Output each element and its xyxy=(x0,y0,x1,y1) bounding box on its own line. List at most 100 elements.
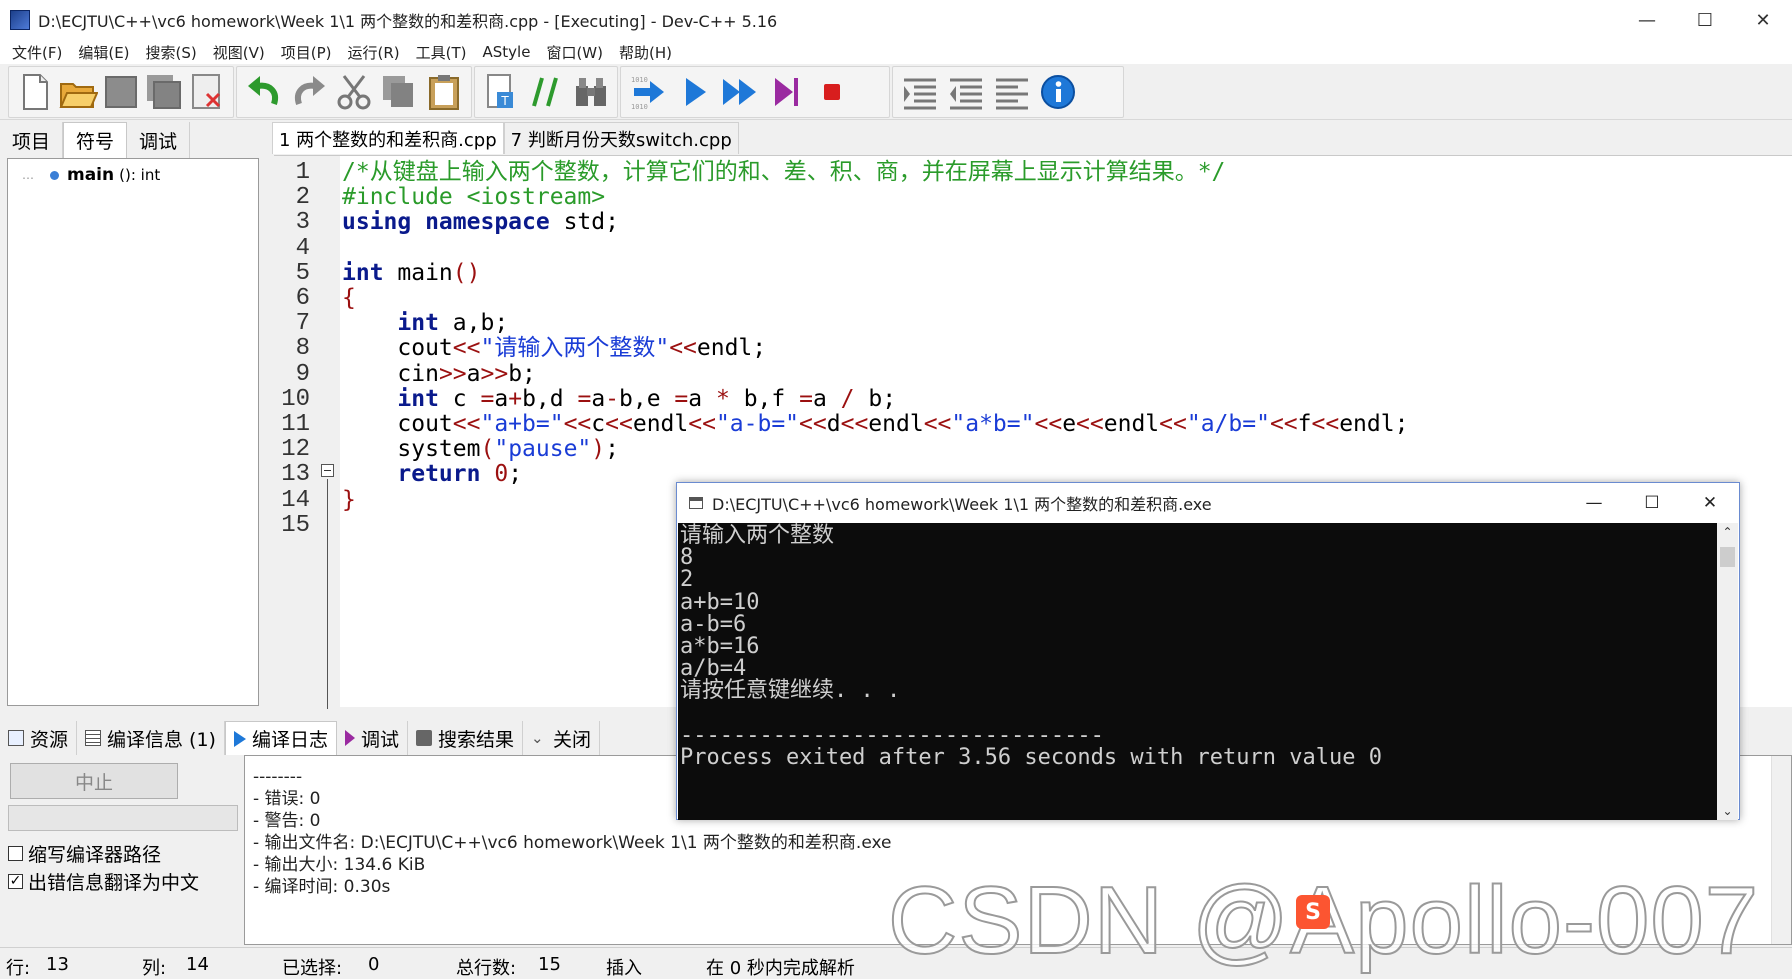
minimize-button[interactable]: — xyxy=(1618,0,1676,40)
binoculars-icon xyxy=(416,730,433,746)
console-scrollbar[interactable]: ⌃ ⌄ xyxy=(1717,523,1738,820)
find-button[interactable] xyxy=(568,69,613,115)
console-output[interactable]: 请输入两个整数 8 2 a+b=10 a-b=6 a*b=16 a/b=4 请按任意键继续. … xyxy=(678,523,1718,820)
new-file-button[interactable] xyxy=(13,69,56,115)
toolbar-run-group: 1010 1010 xyxy=(620,66,890,118)
code-token: d xyxy=(826,411,841,437)
checkbox-label: 缩写编译器路径 xyxy=(28,844,162,866)
log-scrollbar[interactable] xyxy=(1771,756,1791,944)
scroll-down-icon[interactable]: ⌄ xyxy=(1717,804,1738,818)
tab-search-results-label: 搜索结果 xyxy=(438,728,515,751)
fold-collapse-icon[interactable] xyxy=(321,464,334,477)
maximize-button[interactable]: ☐ xyxy=(1676,0,1734,40)
toggle-comment-button[interactable] xyxy=(524,69,569,115)
compile-button[interactable]: 1010 1010 xyxy=(625,69,671,115)
menu-project[interactable]: 项目(P) xyxy=(273,42,340,63)
binoculars-icon xyxy=(575,78,606,106)
redo-button[interactable] xyxy=(286,69,331,115)
code-token: endl; xyxy=(1339,411,1409,437)
menu-run[interactable]: 运行(R) xyxy=(339,42,407,63)
code-token: using namespace xyxy=(342,209,550,236)
run-button[interactable] xyxy=(671,69,717,115)
shorten-compiler-paths-checkbox[interactable]: 缩写编译器路径 xyxy=(8,840,161,867)
menu-view[interactable]: 视图(V) xyxy=(205,42,273,63)
compile-run-button[interactable] xyxy=(717,69,763,115)
console-window[interactable]: D:\ECJTU\C++\vc6 homework\Week 1\1 两个整数的… xyxy=(676,482,1740,820)
window-title: D:\ECJTU\C++\vc6 homework\Week 1\1 两个整数的… xyxy=(38,12,778,31)
code-token: ; xyxy=(605,436,619,463)
tab-symbols[interactable]: 符号 xyxy=(63,122,128,158)
copy-icon xyxy=(383,76,414,107)
about-button[interactable] xyxy=(1035,69,1081,115)
menu-edit[interactable]: 编辑(E) xyxy=(70,42,137,63)
tab-compiler-messages[interactable]: 编译信息 (1) xyxy=(77,721,225,755)
menu-search[interactable]: 搜索(S) xyxy=(138,42,205,63)
fast-forward-icon xyxy=(723,79,756,105)
close-file-button[interactable] xyxy=(186,69,229,115)
code-token: "a+b=" xyxy=(480,411,564,437)
copy-button[interactable] xyxy=(377,69,422,115)
console-title-bar[interactable]: D:\ECJTU\C++\vc6 homework\Week 1\1 两个整数的… xyxy=(677,483,1739,523)
code-token: () xyxy=(452,259,481,286)
tab-file-7[interactable]: 7 判断月份天数switch.cpp xyxy=(503,122,739,154)
code-token: a xyxy=(494,385,509,412)
status-col-value: 14 xyxy=(186,954,209,975)
code-line: int main() xyxy=(342,259,481,288)
undo-icon xyxy=(247,76,278,105)
code-token: } xyxy=(342,486,356,513)
code-token: << xyxy=(799,411,827,437)
debug-icon xyxy=(345,730,355,746)
scroll-up-icon[interactable]: ⌃ xyxy=(1717,525,1738,539)
save-all-button[interactable] xyxy=(143,69,186,115)
close-button[interactable]: ✕ xyxy=(1734,0,1792,40)
undo-button[interactable] xyxy=(241,69,286,115)
code-line: return 0; xyxy=(342,460,522,489)
unindent-button[interactable] xyxy=(943,69,989,115)
translate-errors-checkbox[interactable]: ✓ 出错信息翻译为中文 xyxy=(8,868,199,895)
tab-compile-log[interactable]: 编译日志 xyxy=(224,721,337,755)
scrollbar-thumb[interactable] xyxy=(1720,547,1735,567)
menu-file[interactable]: 文件(F) xyxy=(4,42,70,63)
rebuild-button[interactable] xyxy=(763,69,809,115)
save-icon xyxy=(105,76,137,108)
compile-progress-bar xyxy=(8,805,238,831)
menu-astyle[interactable]: AStyle xyxy=(475,43,539,61)
stop-icon xyxy=(824,84,840,100)
format-icon xyxy=(996,78,1028,110)
save-button[interactable] xyxy=(99,69,142,115)
cut-button[interactable] xyxy=(331,69,376,115)
console-close-button[interactable]: ✕ xyxy=(1681,483,1739,523)
tab-resources[interactable]: 资源 xyxy=(0,721,78,755)
console-app-icon xyxy=(689,497,703,509)
menu-help[interactable]: 帮助(H) xyxy=(611,42,680,63)
checkbox-box: ✓ xyxy=(8,873,23,889)
console-minimize-button[interactable]: — xyxy=(1565,483,1623,523)
tab-debug[interactable]: 调试 xyxy=(127,122,191,158)
tab-file-1[interactable]: 1 两个整数的和差积商.cpp xyxy=(272,122,504,154)
close-file-icon xyxy=(192,74,221,109)
menu-window[interactable]: 窗口(W) xyxy=(538,42,611,63)
menu-tools[interactable]: 工具(T) xyxy=(408,42,475,63)
tab-debug-output[interactable]: 调试 xyxy=(337,721,409,755)
format-button[interactable] xyxy=(989,69,1035,115)
code-token: + xyxy=(508,385,523,412)
tab-project[interactable]: 项目 xyxy=(0,122,64,158)
code-token: ; xyxy=(508,461,523,488)
stop-execution-button[interactable] xyxy=(809,69,855,115)
open-file-button[interactable] xyxy=(56,69,99,115)
insert-button[interactable]: T xyxy=(479,69,524,115)
code-token: std; xyxy=(549,209,619,236)
code-token: cout xyxy=(342,335,453,362)
tab-close-panel[interactable]: ⌄ 关闭 xyxy=(523,721,601,755)
console-maximize-button[interactable]: ☐ xyxy=(1623,483,1681,523)
code-token: << xyxy=(1076,411,1104,437)
tab-search-results[interactable]: 搜索结果 xyxy=(408,721,524,755)
bottom-panel-tabs: 资源 编译信息 (1) 编译日志 调试 搜索结果 ⌄ 关闭 xyxy=(0,721,601,755)
code-token: cout xyxy=(342,411,453,437)
paste-button[interactable] xyxy=(422,69,467,115)
indent-button[interactable] xyxy=(897,69,943,115)
code-token: << xyxy=(452,335,481,362)
tree-connector: … xyxy=(22,168,34,182)
tree-item-main[interactable]: … main (): int xyxy=(22,165,160,185)
abort-compilation-button[interactable]: 中止 xyxy=(10,763,178,799)
